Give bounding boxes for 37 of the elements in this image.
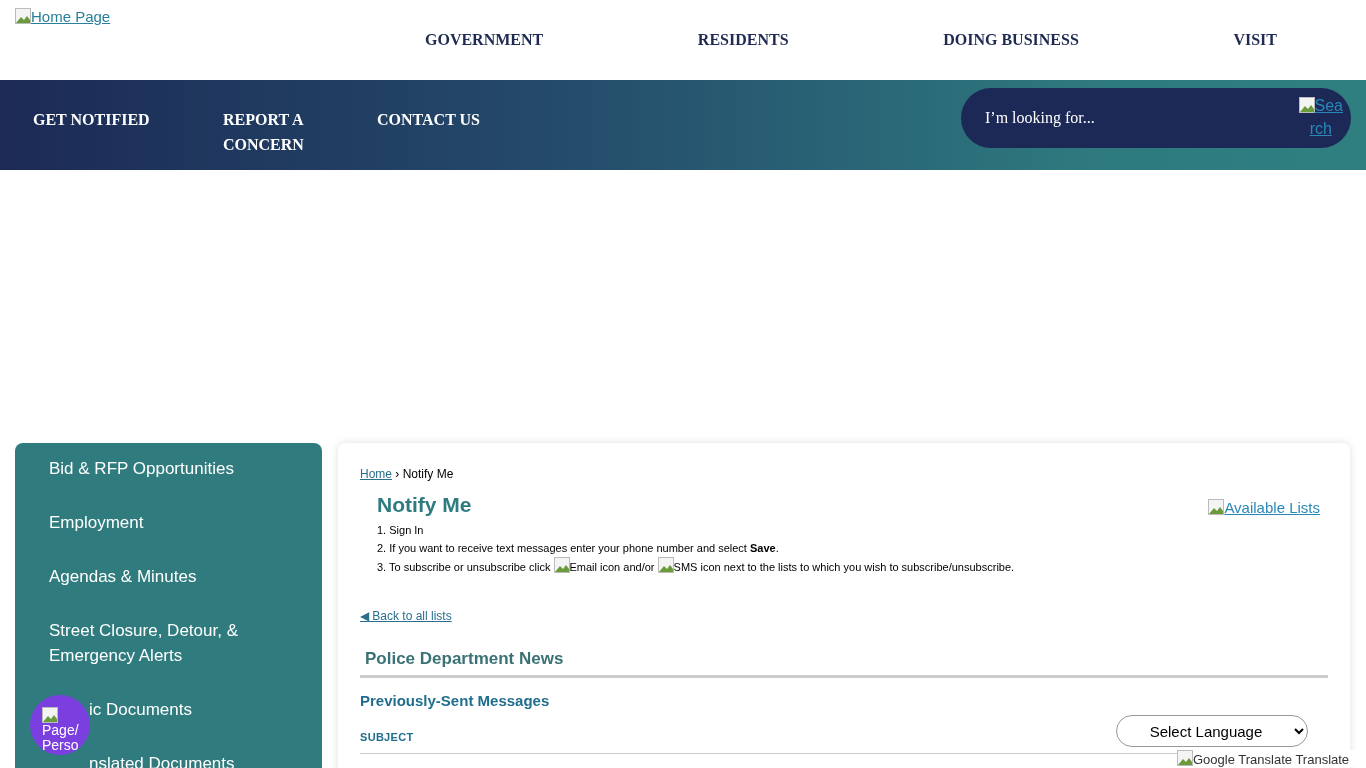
search-button[interactable]: Sea rch: [1298, 94, 1343, 140]
quick-link[interactable]: GET NOTIFIED: [33, 107, 158, 157]
accessibility-widget-button[interactable]: Page/ Perso: [30, 695, 90, 755]
quick-link[interactable]: CONTACT US: [377, 107, 497, 157]
available-lists-link[interactable]: Available Lists: [1208, 499, 1320, 516]
translate-credit: Google Translate Translate: [1193, 752, 1350, 767]
sidebar-item[interactable]: Street Closure, Detour, & Emergency Alerts: [49, 618, 269, 668]
broken-image-icon: [657, 557, 674, 573]
instruction-text: Email icon and/or: [569, 561, 655, 573]
main-nav-link[interactable]: VISIT: [1233, 31, 1277, 49]
page-title: Notify Me: [377, 493, 472, 517]
main-nav-link[interactable]: RESIDENTS: [697, 31, 789, 49]
sidebar-item[interactable]: ic Documents: [89, 697, 269, 722]
instruction-step: 2. If you want to receive text messages enter your phone number and select Save.: [377, 539, 1328, 557]
section-heading: Previously-Sent Messages: [360, 692, 551, 709]
breadcrumb-current: › Notify Me: [395, 467, 454, 481]
list-title: Police Department News: [360, 649, 1328, 678]
main-nav-link[interactable]: DOING BUSINESS: [943, 31, 1079, 49]
instruction-text: 3. To subscribe or unsubscribe click: [377, 561, 551, 573]
broken-image-icon: [553, 557, 570, 573]
home-page-link[interactable]: Home Page: [15, 8, 345, 25]
main-nav-link[interactable]: GOVERNMENT: [425, 31, 544, 49]
search-field[interactable]: I’m looking for... Sea rch: [961, 88, 1351, 148]
sidebar-item[interactable]: Agendas & Minutes: [49, 564, 269, 589]
broken-image-icon: [42, 707, 58, 723]
language-select[interactable]: Select Language: [1116, 715, 1308, 747]
instruction-step: 1. Sign In: [377, 521, 1328, 539]
sidebar-item[interactable]: Employment: [49, 510, 269, 535]
sidebar-item[interactable]: Bid & RFP Opportunities: [49, 456, 269, 481]
instruction-text: SMS icon next to the lists to which you wish to subscribe/unsubscribe.: [673, 561, 1015, 573]
column-header: SUBJECT: [360, 731, 414, 743]
broken-image-icon: [1298, 97, 1315, 113]
breadcrumb-link[interactable]: Home: [360, 467, 392, 481]
broken-image-icon: [1208, 499, 1225, 515]
quick-link[interactable]: REPORT A CONCERN: [223, 107, 309, 157]
back-link[interactable]: ◀ Back to all lists: [360, 609, 452, 623]
broken-image-icon: [15, 8, 31, 24]
